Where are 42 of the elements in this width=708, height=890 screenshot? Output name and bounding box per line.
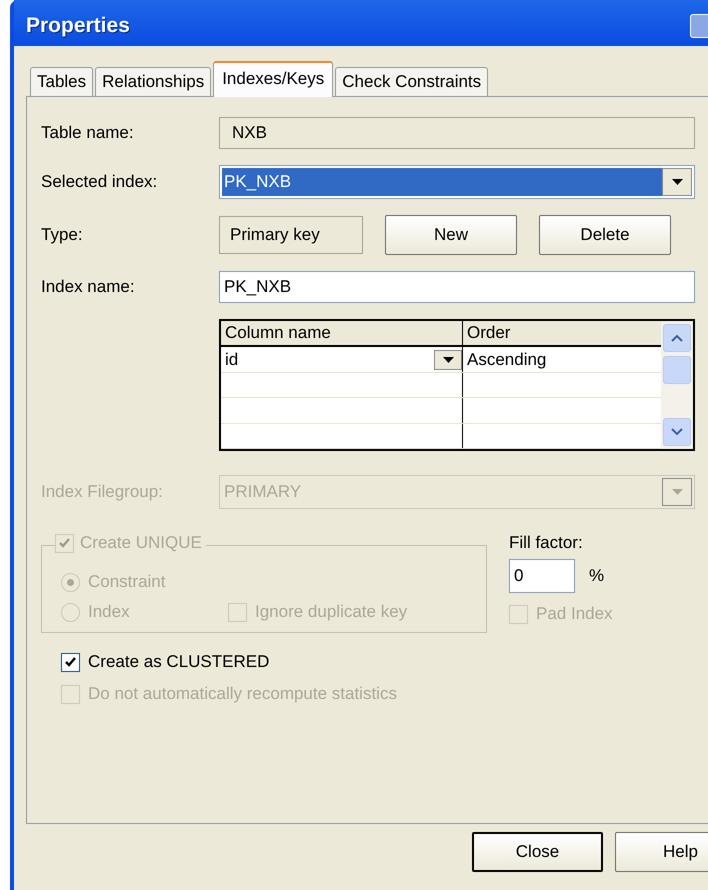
checkbox-label: Ignore duplicate key [255, 602, 408, 622]
tab[interactable]: Tables [30, 67, 94, 96]
field-label: Fill factor: [509, 533, 584, 553]
caret-icon [672, 489, 682, 495]
close-icon[interactable] [690, 14, 708, 38]
checkbox-label: Do not automatically recompute statistics [88, 684, 397, 704]
caret-icon [672, 179, 682, 185]
checkbox-label: Create UNIQUE [80, 533, 202, 553]
index-dropdown[interactable]: PK_NXB [219, 165, 695, 199]
dialog-button[interactable]: Close [472, 832, 603, 872]
field-label: Selected index: [41, 172, 158, 192]
caret-icon [442, 356, 454, 363]
column-header: Column name [221, 321, 463, 346]
table-name-field: NXB [219, 117, 695, 149]
tab[interactable]: Relationships [95, 67, 212, 96]
field-label: Index name: [41, 277, 136, 297]
action-button[interactable]: Delete [539, 215, 671, 255]
scroll-down-icon[interactable] [663, 418, 691, 446]
checkbox[interactable] [61, 652, 80, 672]
check-icon [64, 656, 77, 668]
tab[interactable]: Indexes/Keys [213, 61, 334, 97]
field-label: Type: [41, 225, 84, 245]
index-name-field[interactable]: PK_NXB [219, 271, 695, 303]
window-title: Properties [26, 14, 130, 38]
scroll-thumb[interactable] [663, 356, 691, 384]
action-button[interactable]: New [385, 215, 517, 255]
checkbox-label: Pad Index [536, 604, 613, 624]
table-cell: id [225, 350, 238, 370]
unit-label: % [589, 566, 604, 586]
dialog-button[interactable]: Help [615, 832, 708, 872]
check-icon [58, 536, 71, 550]
field-label: Table name: [41, 123, 135, 143]
type-field: Primary key [219, 216, 363, 254]
fill-factor-field[interactable]: 0 [509, 559, 575, 593]
scroll-up-icon[interactable] [663, 324, 691, 352]
field-label: Index Filegroup: [41, 482, 164, 502]
tab[interactable]: Check Constraints [335, 67, 488, 96]
column-header: Order [466, 322, 512, 344]
radio-label: Constraint [88, 572, 166, 592]
table-cell-text: Ascending [466, 348, 548, 371]
checkbox-label: Create as CLUSTERED [88, 652, 270, 672]
radio-label: Index [88, 602, 131, 622]
